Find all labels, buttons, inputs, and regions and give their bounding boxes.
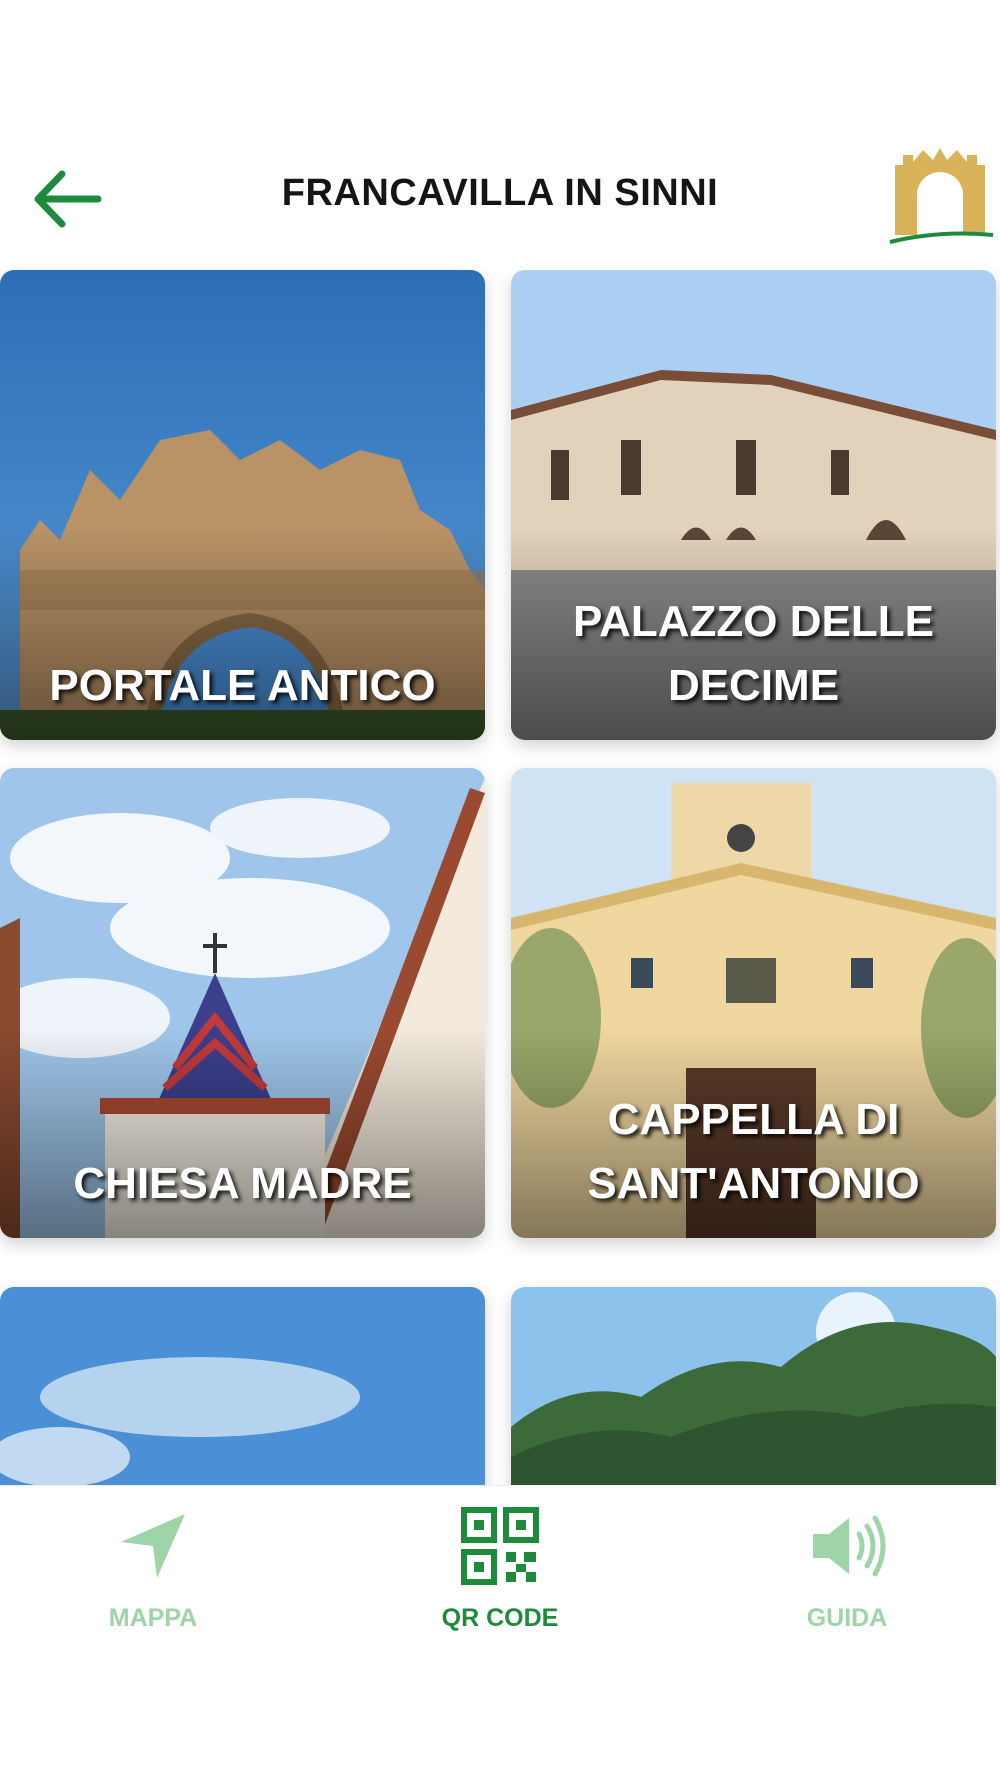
place-label: CAPPELLA DI SANT'ANTONIO <box>587 1095 920 1208</box>
place-card-cappella-sant-antonio[interactable]: CAPPELLA DI SANT'ANTONIO <box>511 768 996 1238</box>
place-card-chiesa-madre[interactable]: CHIESA MADRE <box>0 768 485 1238</box>
app-header: FRANCAVILLA IN SINNI <box>0 140 1000 260</box>
place-card-palazzo-delle-decime[interactable]: PALAZZO DELLE DECIME <box>511 270 996 740</box>
navigation-arrow-icon <box>121 1514 185 1578</box>
qr-code-icon <box>461 1507 539 1585</box>
town-gate-logo <box>885 140 995 250</box>
back-button[interactable] <box>28 164 108 234</box>
place-card-portale-antico[interactable]: PORTALE ANTICO <box>0 270 485 740</box>
place-card-6[interactable] <box>511 1287 996 1485</box>
place-label: CHIESA MADRE <box>73 1159 412 1208</box>
place-6-photo <box>511 1287 996 1485</box>
nav-qr-code-label: QR CODE <box>441 1604 559 1632</box>
page-title: FRANCAVILLA IN SINNI <box>281 172 719 214</box>
place-label: PALAZZO DELLE DECIME <box>573 597 934 710</box>
nav-qr-code[interactable]: QR CODE <box>380 1506 620 1636</box>
nav-guida[interactable]: GUIDA <box>727 1506 967 1636</box>
speaker-icon <box>813 1515 886 1577</box>
places-grid: PORTALE ANTICO PALAZZO DELLE DECIME CHIE… <box>0 270 1000 1485</box>
arrow-left-icon <box>34 170 102 228</box>
bottom-navigation: MAPPA QR CODE GUIDA <box>0 1485 1000 1646</box>
place-label: PORTALE ANTICO <box>49 661 436 710</box>
place-card-5[interactable] <box>0 1287 485 1485</box>
nav-mappa-label: MAPPA <box>108 1604 198 1632</box>
nav-mappa[interactable]: MAPPA <box>33 1506 273 1636</box>
place-5-photo <box>0 1287 485 1485</box>
nav-guida-label: GUIDA <box>806 1604 888 1632</box>
